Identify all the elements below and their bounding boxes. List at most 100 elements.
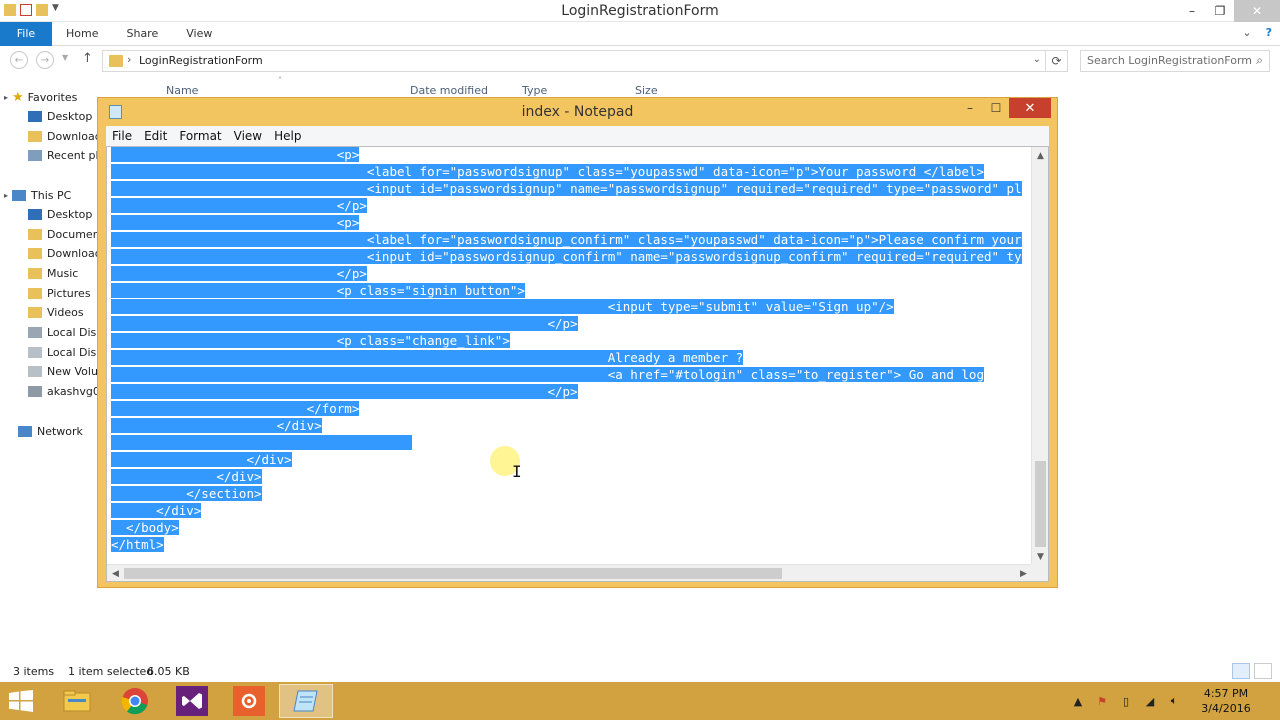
help-icon[interactable]: ? [1266,26,1272,39]
forward-button[interactable]: → [36,51,54,69]
battery-icon[interactable]: ▯ [1119,694,1133,708]
windows-start-icon[interactable] [8,690,34,712]
code-line: <label for="passwordsignup" class="youpa… [111,163,984,179]
clock-time: 4:57 PM [1203,687,1249,700]
action-center-flag-icon[interactable]: ⚑ [1095,694,1109,708]
search-icon[interactable]: ⌕ [1256,53,1263,68]
documents-icon [28,228,42,240]
horizontal-scroll-thumb[interactable] [124,568,782,579]
code-line: </div> [111,451,292,467]
taskbar-recorder[interactable] [222,684,276,718]
show-hidden-icons-icon[interactable]: ▲ [1071,694,1085,708]
drive-icon [28,346,42,358]
scroll-up-icon[interactable]: ▲ [1032,147,1049,164]
nav-this-pc[interactable]: ▸ This PC [4,186,104,204]
text-editor[interactable]: <p> <label for="passwordsignup" class="y… [106,146,1049,582]
scroll-left-icon[interactable]: ◀ [107,565,124,582]
nav-label: Desktop [47,109,93,123]
clock[interactable]: 4:57 PM 3/4/2016 [1186,686,1266,716]
notepad-title: index - Notepad [521,104,634,120]
nav-label: Music [47,266,79,280]
explorer-title-bar: ▼ LoginRegistrationForm – ❐ ✕ [0,0,1280,22]
column-date-modified[interactable]: Date modified [410,84,488,97]
code-line: </html> [111,536,164,552]
minimize-button[interactable]: – [1178,0,1206,22]
nav-label: Pictures [47,286,91,300]
refresh-button[interactable]: ⟳ [1046,50,1068,72]
code-line: </p> [111,197,367,213]
scroll-right-icon[interactable]: ▶ [1015,565,1032,582]
details-view-button[interactable] [1232,663,1250,679]
tab-share[interactable]: Share [112,22,172,46]
code-line: <a href="#tologin" class="to_register"> … [111,367,984,383]
horizontal-scrollbar[interactable]: ◀ ▶ [107,564,1032,581]
notepad-title-bar[interactable]: index - Notepad – ☐ ✕ [98,98,1057,126]
code-line: </section> [111,485,262,501]
tab-home[interactable]: Home [52,22,112,46]
expand-icon[interactable]: ▸ [4,93,8,102]
nav-label: Favorites [27,90,78,104]
code-line: </form> [111,401,360,417]
tab-file[interactable]: File [0,22,52,46]
nav-favorites[interactable]: ▸ ★ Favorites [4,88,104,106]
address-text: LoginRegistrationForm [139,54,263,67]
code-line: </body> [111,519,179,535]
code-line: </p> [111,384,578,400]
clock-date: 3/4/2016 [1201,702,1251,715]
notepad-close-button[interactable]: ✕ [1009,98,1051,118]
nav-label: Local Disk [47,345,103,359]
system-tray: ▲ ⚑ ▯ ◢ 🔈︎ 4:57 PM 3/4/2016 [1066,682,1280,720]
large-icons-view-button[interactable] [1254,663,1272,679]
downloads-icon [28,130,42,142]
up-button[interactable]: ↑ [82,51,93,66]
nav-label: Local Disk [47,325,103,339]
vertical-scrollbar[interactable]: ▲ ▼ [1031,147,1048,565]
column-type[interactable]: Type [522,84,547,97]
menu-format[interactable]: Format [173,129,227,143]
column-name[interactable]: Name [166,84,198,97]
window-title: LoginRegistrationForm [561,3,719,19]
notepad-menu-bar: File Edit Format View Help [106,126,1049,146]
network-drive-icon [28,385,42,397]
expand-ribbon-icon[interactable]: ⌄ [1242,26,1251,39]
menu-view[interactable]: View [228,129,268,143]
menu-help[interactable]: Help [268,129,307,143]
resize-grip-icon[interactable] [1031,564,1048,581]
text-area[interactable]: <p> <label for="passwordsignup" class="y… [111,147,1029,561]
column-size[interactable]: Size [635,84,658,97]
close-button[interactable]: ✕ [1234,0,1280,22]
recent-locations-icon[interactable]: ▼ [62,53,68,62]
taskbar-chrome[interactable] [108,684,162,718]
chevron-right-icon[interactable]: › [127,53,131,66]
menu-file[interactable]: File [106,129,138,143]
notepad-window: index - Notepad – ☐ ✕ File Edit Format V… [97,97,1058,588]
nav-label: Desktop [47,207,93,221]
code-line: </div> [111,418,322,433]
code-line: <input type="submit" value="Sign up"/> [111,299,894,315]
window-controls: – ❐ ✕ [1178,0,1280,22]
code-line: <input id="passwordsignup_confirm" name=… [111,248,1022,264]
search-input[interactable]: Search LoginRegistrationForm ⌕ [1080,50,1270,72]
back-button[interactable]: ← [10,51,28,69]
music-icon [28,267,42,279]
star-icon: ★ [12,89,24,105]
address-bar[interactable]: › LoginRegistrationForm ⌄ [102,50,1046,72]
restore-button[interactable]: ❐ [1206,0,1234,22]
vertical-scroll-thumb[interactable] [1035,461,1046,547]
volume-icon[interactable]: 🔈︎ [1167,694,1181,708]
taskbar-visual-studio[interactable] [165,684,219,718]
notepad-minimize-button[interactable]: – [957,98,983,118]
taskbar-file-explorer[interactable] [50,684,104,718]
expand-icon[interactable]: ▸ [4,191,8,200]
notepad-maximize-button[interactable]: ☐ [983,98,1009,118]
chevron-down-icon[interactable]: ⌄ [1033,54,1041,65]
taskbar-notepad[interactable] [279,684,333,718]
scroll-down-icon[interactable]: ▼ [1032,548,1049,565]
navigation-pane: ▸ ★ Favorites Desktop Downloads Recent p… [0,86,124,666]
menu-edit[interactable]: Edit [138,129,173,143]
tab-view[interactable]: View [172,22,226,46]
drive-icon [28,326,42,338]
network-status-icon[interactable]: ◢ [1143,694,1157,708]
pictures-icon [28,287,42,299]
code-line: </p> [111,316,578,332]
